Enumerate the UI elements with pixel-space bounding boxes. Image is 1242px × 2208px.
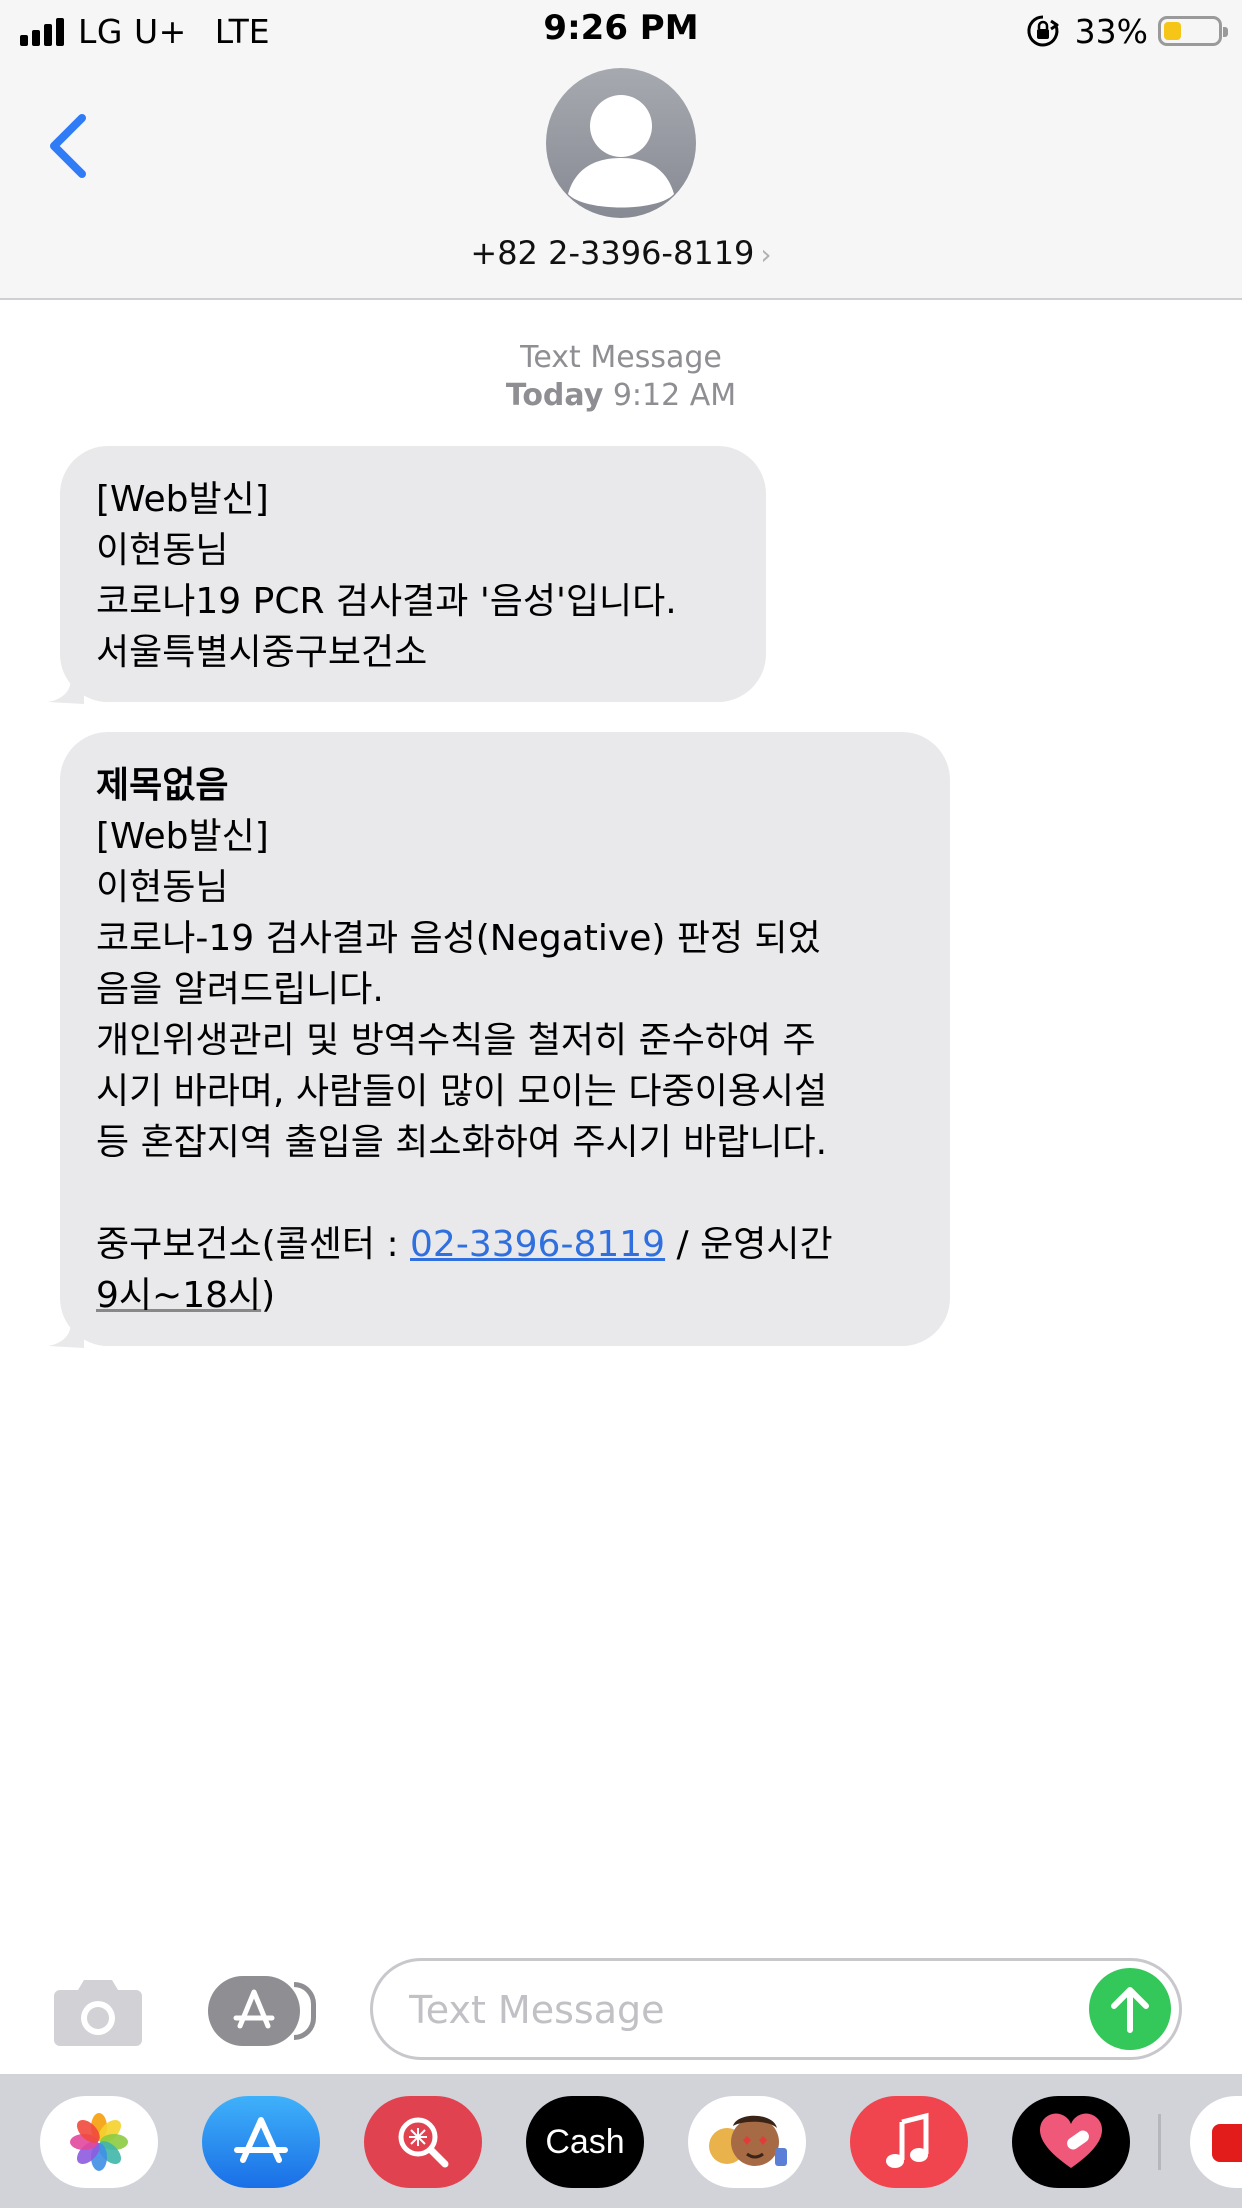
message-footer-hours: 9시~18시): [96, 1270, 914, 1321]
message-line: 이현동님: [96, 867, 229, 908]
footer-close: ): [261, 1275, 276, 1316]
message-line: 코로나19 PCR 검사결과 '음성'입니다.: [96, 581, 677, 622]
status-bar: LG U+ LTE 9:26 PM 33%: [0, 0, 1242, 62]
cash-label: Cash: [545, 2122, 625, 2161]
battery-icon: [1158, 16, 1228, 46]
message-bubble[interactable]: [Web발신] 이현동님 코로나19 PCR 검사결과 '음성'입니다. 서울특…: [60, 446, 766, 702]
message-line: [Web발신]: [96, 479, 269, 520]
status-right: 33%: [1025, 10, 1228, 52]
message-bubble[interactable]: 제목없음 [Web발신] 이현동님 코로나-19 검사결과 음성(Negativ…: [60, 732, 950, 1346]
chevron-right-icon: ›: [760, 238, 772, 271]
music-icon[interactable]: [850, 2096, 968, 2188]
web-search-icon[interactable]: [364, 2096, 482, 2188]
rotation-lock-icon: [1027, 15, 1059, 47]
bubble-tail: [48, 1308, 84, 1348]
app-icon-partial[interactable]: [1190, 2096, 1242, 2188]
message-line: 개인위생관리 및 방역수칙을 철저히 준수하여 주: [96, 1020, 816, 1061]
app-store-icon[interactable]: [202, 2096, 320, 2188]
message-input[interactable]: [409, 1985, 1049, 2035]
send-button[interactable]: [1089, 1968, 1171, 2050]
photos-icon[interactable]: [40, 2096, 158, 2188]
message-footer: 중구보건소(콜센터 : 02-3396-8119 / 운영시간: [96, 1219, 914, 1270]
message-subject: 제목없음: [96, 765, 229, 806]
contact-name-button[interactable]: +82 2-3396-8119 ›: [0, 234, 1242, 272]
drawer-divider: [1158, 2114, 1161, 2170]
operating-hours-link[interactable]: 9시~18시: [96, 1275, 261, 1316]
app-store-icon[interactable]: [208, 1976, 316, 2046]
bubble-tail: [48, 664, 84, 704]
battery-fill: [1164, 22, 1181, 40]
apple-cash-icon[interactable]: Cash: [526, 2096, 644, 2188]
message-kind-label: Text Message: [520, 340, 722, 375]
message-input-box[interactable]: [370, 1958, 1182, 2060]
person-silhouette-icon: [568, 95, 674, 208]
message-line: 이현동님: [96, 530, 229, 571]
app-drawer: Cash: [0, 2074, 1242, 2208]
footer-prefix: 중구보건소(콜센터 :: [96, 1224, 411, 1265]
message-line: 등 혼잡지역 출입을 최소화하여 주시기 바랍니다.: [96, 1122, 828, 1163]
phone-number-link[interactable]: 02-3396-8119: [410, 1224, 665, 1265]
message-timestamp: Today 9:12 AM: [0, 378, 1242, 413]
timestamp-time: 9:12 AM: [612, 378, 737, 413]
arrow-up-icon: [1111, 1987, 1149, 2033]
message-line: 코로나-19 검사결과 음성(Negative) 판정 되었: [96, 918, 821, 959]
memoji-icon[interactable]: [688, 2096, 806, 2188]
message-line: 시기 바라며, 사람들이 많이 모이는 다중이용시설: [96, 1071, 828, 1112]
message-line: 서울특별시중구보건소: [96, 632, 428, 673]
footer-suffix: / 운영시간: [665, 1224, 833, 1265]
chevron-left-icon[interactable]: [40, 104, 100, 188]
contact-avatar[interactable]: [546, 68, 696, 218]
message-line: 음을 알려드립니다.: [96, 969, 384, 1010]
compose-bar: [0, 1940, 1242, 2074]
message-line: [Web발신]: [96, 816, 269, 857]
conversation-header: +82 2-3396-8119 ›: [0, 62, 1242, 300]
timestamp-day: Today: [505, 378, 604, 413]
contact-number: +82 2-3396-8119: [470, 234, 755, 272]
battery-percent: 33%: [1074, 11, 1148, 51]
heart-app-icon[interactable]: [1012, 2096, 1130, 2188]
camera-icon[interactable]: [52, 1974, 144, 2048]
